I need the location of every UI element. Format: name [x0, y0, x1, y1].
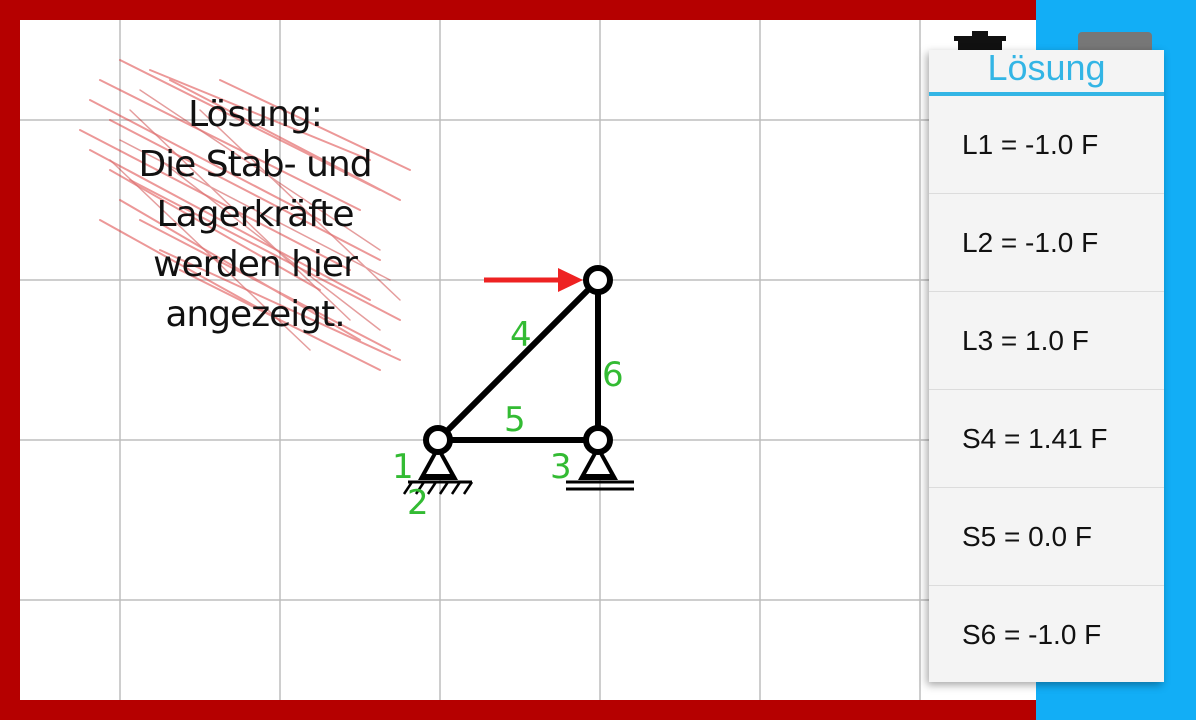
result-row[interactable]: S6 = -1.0 F [929, 586, 1164, 683]
label-6: 6 [602, 355, 624, 395]
label-1: 1 [392, 447, 414, 487]
label-3: 3 [550, 447, 572, 487]
member-labels: 1 2 3 4 5 6 [392, 315, 624, 523]
result-row[interactable]: L1 = -1.0 F [929, 96, 1164, 194]
joint-right [583, 425, 613, 455]
hint-line: Die Stab- und [138, 144, 372, 185]
hint-line: werden hier [153, 244, 358, 285]
hint-line: angezeigt. [165, 294, 345, 335]
label-4: 4 [510, 315, 532, 355]
solution-panel: Lösung L1 = -1.0 F L2 = -1.0 F L3 = 1.0 … [929, 50, 1164, 682]
result-row[interactable]: S4 = 1.41 F [929, 390, 1164, 488]
joint-top [583, 265, 613, 295]
hint-line: Lagerkräfte [156, 194, 355, 235]
result-row[interactable]: L2 = -1.0 F [929, 194, 1164, 292]
drawing-canvas[interactable]: 1 2 3 4 5 6 Lösung: Die Stab- und Lagerk… [20, 20, 1036, 700]
label-5: 5 [504, 400, 526, 440]
joint-left [423, 425, 453, 455]
label-2: 2 [407, 483, 429, 523]
result-row[interactable]: L3 = 1.0 F [929, 292, 1164, 390]
hint-line: Lösung: [188, 94, 323, 135]
force-arrow [484, 268, 583, 292]
panel-title: Lösung [929, 50, 1164, 96]
hint-text: Lösung: Die Stab- und Lagerkräfte werden… [110, 90, 400, 340]
result-row[interactable]: S5 = 0.0 F [929, 488, 1164, 586]
